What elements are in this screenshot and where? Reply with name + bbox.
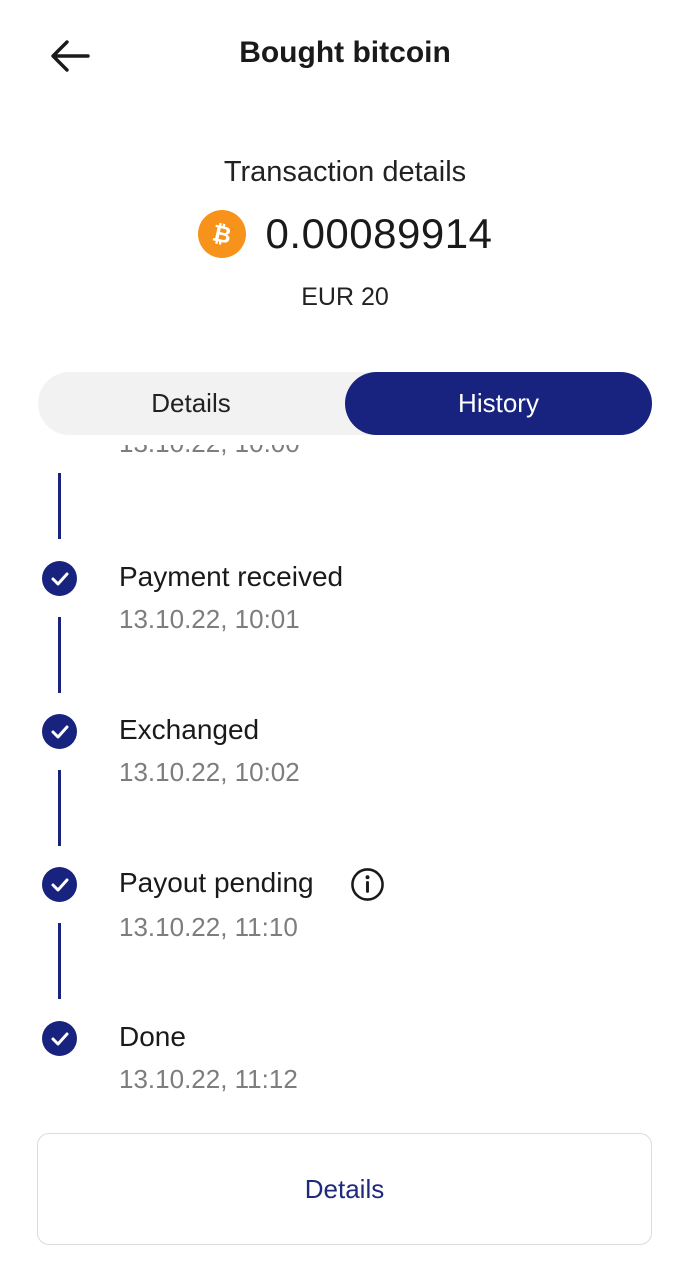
- check-icon: [42, 561, 77, 596]
- info-icon[interactable]: [350, 867, 385, 902]
- crypto-amount: 0.00089914: [265, 210, 493, 257]
- event-time-partial: 13.10.22, 10:00: [119, 445, 300, 459]
- timeline-connector: [58, 923, 61, 999]
- event-time: 13.10.22, 10:02: [119, 757, 300, 787]
- header: Bought bitcoin: [0, 0, 690, 110]
- fiat-amount: EUR 20: [301, 283, 389, 311]
- check-icon: [42, 867, 77, 902]
- event-title: Payment received: [119, 561, 344, 592]
- check-icon: [42, 714, 77, 749]
- event-time: 13.10.22, 11:12: [119, 1064, 298, 1094]
- bitcoin-icon: ₿: [197, 210, 246, 258]
- details-button[interactable]: Details: [37, 1133, 652, 1245]
- amount-row: ₿ 0.00089914: [0, 206, 690, 262]
- transaction-details-label: Transaction details: [223, 156, 467, 188]
- svg-text:₿: ₿: [209, 220, 233, 249]
- check-icon: [42, 1021, 77, 1056]
- event-time: 13.10.22, 11:10: [119, 912, 298, 942]
- event-time: 13.10.22, 10:01: [119, 604, 300, 634]
- tab-switcher: Details History: [38, 372, 652, 435]
- event-title: Payout pending: [119, 867, 314, 898]
- event-title: Done: [119, 1021, 186, 1052]
- history-timeline[interactable]: 13.10.22, 10:00 Payment received 13.10.2…: [0, 445, 690, 1120]
- event-title: Exchanged: [119, 714, 260, 745]
- page-title: Bought bitcoin: [239, 36, 451, 69]
- timeline-connector: [58, 770, 61, 846]
- timeline-connector: [58, 617, 61, 693]
- tab-details[interactable]: Details: [38, 372, 344, 435]
- tab-history[interactable]: History: [345, 372, 652, 435]
- timeline-connector: [58, 473, 61, 539]
